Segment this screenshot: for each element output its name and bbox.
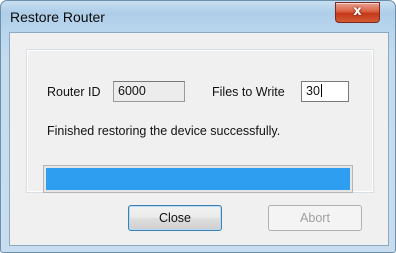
files-to-write-label: Files to Write	[212, 85, 285, 99]
window-title: Restore Router	[10, 9, 105, 25]
status-message: Finished restoring the device successful…	[47, 124, 281, 138]
router-id-field[interactable]: 6000	[113, 81, 185, 102]
restore-progress-bar	[43, 165, 353, 193]
progress-fill	[46, 168, 350, 190]
files-to-write-field[interactable]: 30	[301, 81, 349, 102]
window-close-button[interactable]: x	[335, 2, 380, 23]
files-to-write-value: 30	[306, 84, 320, 98]
router-id-label: Router ID	[47, 85, 101, 99]
restore-router-dialog: Restore Router x Router ID 6000 Files to…	[0, 0, 396, 253]
close-icon: x	[353, 4, 362, 19]
text-caret	[320, 84, 322, 97]
close-button[interactable]: Close	[128, 205, 222, 231]
abort-button[interactable]: Abort	[268, 205, 362, 231]
title-bar[interactable]: Restore Router x	[1, 1, 395, 33]
restore-status-group: Router ID 6000 Files to Write 30 Finishe…	[26, 49, 374, 193]
router-id-value: 6000	[118, 84, 146, 98]
dialog-body: Router ID 6000 Files to Write 30 Finishe…	[9, 32, 389, 246]
